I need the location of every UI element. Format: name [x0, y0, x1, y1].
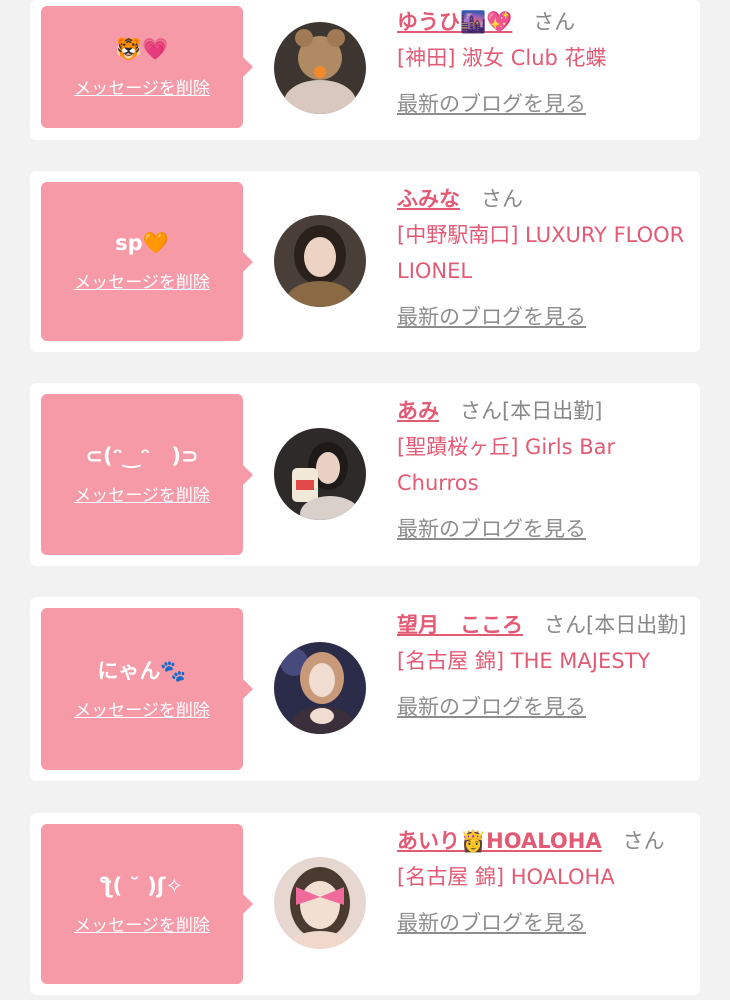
girl-name-link[interactable]: あいり👸HOALOHA — [397, 829, 602, 853]
blog-link[interactable]: 最新のブログを見る — [397, 86, 586, 122]
delete-message-link[interactable]: メッセージを削除 — [74, 268, 210, 293]
shop-name: [聖蹟桜ヶ丘] Girls Bar Churros — [397, 435, 616, 495]
girl-name-link[interactable]: ゆうひ🌆💖 — [397, 10, 512, 34]
message-bubble: sp🧡 メッセージを削除 — [41, 182, 253, 341]
message-text: ⊂(ᵔ‿ᵔ )⊃ — [85, 444, 199, 468]
shop-name: [名古屋 錦] HOALOHA — [397, 865, 615, 889]
message-card: 🐯💗 メッセージを削除 ゆうひ🌆💖 さん [神田] 淑女 Club 花蝶 最新の… — [30, 0, 700, 140]
girl-name-link[interactable]: ふみな — [397, 187, 460, 211]
delete-message-link[interactable]: メッセージを削除 — [74, 696, 210, 721]
blog-link[interactable]: 最新のブログを見る — [397, 689, 586, 725]
message-text: sp🧡 — [115, 231, 169, 255]
blog-link[interactable]: 最新のブログを見る — [397, 511, 586, 547]
blog-link[interactable]: 最新のブログを見る — [397, 299, 586, 335]
delete-message-link[interactable]: メッセージを削除 — [74, 74, 210, 99]
message-bubble: 🐯💗 メッセージを削除 — [41, 6, 253, 128]
honorific: さん[本日出勤] — [460, 399, 603, 423]
shop-name: [中野駅南口] LUXURY FLOOR LIONEL — [397, 223, 685, 283]
girl-name-link[interactable]: あみ — [397, 399, 439, 423]
avatar[interactable] — [274, 215, 366, 307]
message-text: にゃん🐾 — [97, 658, 187, 683]
girl-info: あいり👸HOALOHA さん [名古屋 錦] HOALOHA 最新のブログを見る — [397, 823, 695, 941]
girl-info: ゆうひ🌆💖 さん [神田] 淑女 Club 花蝶 最新のブログを見る — [397, 4, 695, 122]
message-text: ƪ( ˘ )ʃ✧ — [100, 873, 184, 898]
girl-name-link[interactable]: 望月 こころ — [397, 613, 523, 637]
honorific: さん[本日出勤] — [544, 613, 687, 637]
message-card: にゃん🐾 メッセージを削除 望月 こころ さん[本日出勤] [名古屋 錦] TH… — [30, 597, 700, 781]
message-bubble: ⊂(ᵔ‿ᵔ )⊃ メッセージを削除 — [41, 394, 253, 555]
delete-message-link[interactable]: メッセージを削除 — [74, 911, 210, 936]
honorific: さん — [622, 829, 665, 853]
avatar[interactable] — [274, 428, 366, 520]
message-card: sp🧡 メッセージを削除 ふみな さん [中野駅南口] LUXURY FLOOR… — [30, 171, 700, 352]
message-bubble: にゃん🐾 メッセージを削除 — [41, 608, 253, 770]
message-card: ƪ( ˘ )ʃ✧ メッセージを削除 あいり👸HOALOHA さん [名古屋 錦]… — [30, 813, 700, 995]
shop-name: [名古屋 錦] THE MAJESTY — [397, 649, 651, 673]
avatar[interactable] — [274, 22, 366, 114]
avatar[interactable] — [274, 642, 366, 734]
message-card: ⊂(ᵔ‿ᵔ )⊃ メッセージを削除 あみ さん[本日出勤] [聖蹟桜ヶ丘] Gi… — [30, 383, 700, 566]
message-bubble: ƪ( ˘ )ʃ✧ メッセージを削除 — [41, 824, 253, 984]
message-text: 🐯💗 — [115, 36, 169, 61]
avatar[interactable] — [274, 857, 366, 949]
shop-name: [神田] 淑女 Club 花蝶 — [397, 46, 607, 70]
blog-link[interactable]: 最新のブログを見る — [397, 905, 586, 941]
delete-message-link[interactable]: メッセージを削除 — [74, 481, 210, 506]
girl-info: あみ さん[本日出勤] [聖蹟桜ヶ丘] Girls Bar Churros 最新… — [397, 393, 695, 547]
girl-info: ふみな さん [中野駅南口] LUXURY FLOOR LIONEL 最新のブロ… — [397, 181, 695, 335]
honorific: さん — [481, 187, 523, 211]
girl-info: 望月 こころ さん[本日出勤] [名古屋 錦] THE MAJESTY 最新のブ… — [397, 607, 695, 725]
honorific: さん — [533, 10, 576, 34]
